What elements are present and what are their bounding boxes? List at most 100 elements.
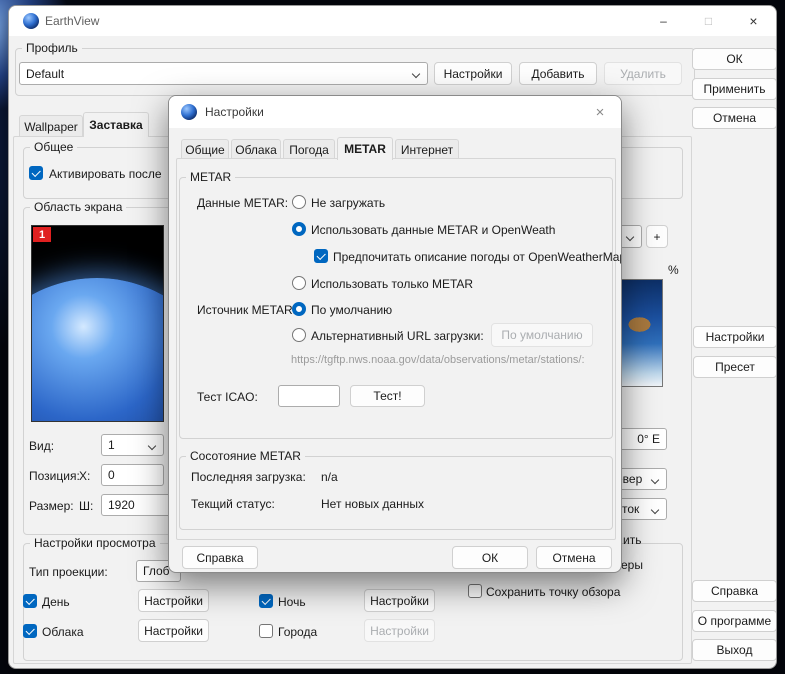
chevron-down-icon [411,69,421,79]
metar-group-label: METAR [186,170,236,184]
dialog-cancel-button[interactable]: Отмена [536,546,612,569]
activate-after-label: Активировать после [49,167,162,181]
dialog-tab-clouds[interactable]: Облака [231,139,281,159]
metar-data-label: Данные METAR: [197,196,289,210]
activate-after-checkbox[interactable] [29,166,43,180]
chevron-down-icon [650,475,660,485]
x-input-value: 0 [108,468,115,482]
prefer-owm-label: Предпочитать описание погоды от OpenWeat… [333,250,622,264]
radio-use-both-label: Использовать данные METAR и OpenWeath [311,223,556,237]
projection-label: Тип проекции: [29,565,108,579]
dialog-tab-internet[interactable]: Интернет [395,139,459,159]
test-button[interactable]: Тест! [350,385,425,407]
radio-only-metar-label: Использовать только METAR [311,277,474,291]
view-combobox-value: 1 [108,438,115,452]
monitor-preview[interactable]: 1 [31,225,164,422]
earth-preview-image [32,278,163,421]
profile-settings-button[interactable]: Настройки [434,62,512,85]
window-title: EarthView [45,14,100,28]
x-input[interactable]: 0 [101,464,164,486]
width-input[interactable]: 1920 [101,494,171,516]
chevron-down-icon [625,232,635,242]
view-combobox[interactable]: 1 [101,434,164,456]
chevron-down-icon [650,505,660,515]
metar-status-group-label: Сосотояние METAR [186,449,305,463]
cities-label: Города [278,625,318,639]
title-bar: EarthView – □ × [9,6,776,36]
right-settings-button[interactable]: Настройки [693,326,776,348]
day-settings-button[interactable]: Настройки [138,589,209,612]
preset-button[interactable]: Пресет [693,356,776,378]
dialog-tab-weather[interactable]: Погода [283,139,335,159]
earth-app-icon [181,104,197,120]
size-label: Размер: [29,499,74,513]
current-status-value: Нет новых данных [321,497,424,511]
profile-combobox-value: Default [26,66,65,81]
clouds-label: Облака [42,625,84,639]
cities-settings-button[interactable]: Настройки [364,619,435,642]
prefer-owm-checkbox[interactable] [314,249,328,263]
metar-source-label: Источник METAR: [197,303,297,317]
desktop-background: EarthView – □ × Профиль Default Настройк… [0,0,785,674]
last-load-label: Последняя загрузка: [191,470,306,484]
monitor-number-badge: 1 [33,227,51,242]
radio-default-source[interactable] [292,302,306,316]
profile-add-button[interactable]: Добавить [519,62,597,85]
x-label: X: [79,469,91,483]
ok-button[interactable]: ОК [692,48,776,70]
save-viewpoint-label: Сохранить точку обзора [486,585,621,599]
close-button[interactable]: × [731,6,776,36]
view-label: Вид: [29,439,55,453]
chevron-down-icon [147,441,157,451]
icao-input[interactable] [278,385,340,407]
radio-no-download[interactable] [292,195,306,209]
dialog-tab-metar[interactable]: METAR [337,137,393,160]
about-button[interactable]: О программе [692,610,776,632]
width-input-value: 1920 [108,498,135,512]
cancel-button[interactable]: Отмена [692,107,776,129]
profile-remove-button[interactable]: Удалить [604,62,682,85]
plus-button[interactable]: + [646,225,668,248]
dialog-help-button[interactable]: Справка [182,546,258,569]
apply-button[interactable]: Применить [692,78,776,100]
width-label: Ш: [79,499,94,513]
minimize-button[interactable]: – [641,6,686,36]
profile-combobox[interactable]: Default [19,62,428,85]
tab-screensaver[interactable]: Заставка [83,112,149,137]
earth-app-icon [23,13,39,29]
general-group-label: Общее [30,140,78,154]
label-fragment-2: еры [621,558,643,572]
maximize-button[interactable]: □ [686,6,731,36]
label-fragment-1: ить [623,533,642,547]
dialog-close-button[interactable]: × [587,101,613,123]
dialog-title: Настройки [205,105,264,119]
longitude-value: 0° E [637,432,660,446]
dialog-tab-general[interactable]: Общие [181,139,229,159]
help-button[interactable]: Справка [692,580,776,602]
last-load-value: n/a [321,470,338,484]
dialog-ok-button[interactable]: ОК [452,546,528,569]
radio-alt-url[interactable] [292,328,306,342]
night-label: Ночь [278,595,306,609]
profile-group-label: Профиль [22,41,82,55]
clouds-checkbox[interactable] [23,624,37,638]
current-status-label: Текщий статус: [191,497,275,511]
metar-status-group: Сосотояние METAR [179,449,613,530]
view-settings-group-label: Настройки просмотра [30,536,160,550]
exit-button[interactable]: Выход [692,639,776,661]
projection-combobox-value: Глоб [143,564,170,578]
default-url-button[interactable]: По умолчанию [491,323,593,347]
night-settings-button[interactable]: Настройки [364,589,435,612]
dialog-title-bar: Настройки × [169,96,621,128]
cities-checkbox[interactable] [259,624,273,638]
night-checkbox[interactable] [259,594,273,608]
day-checkbox[interactable] [23,594,37,608]
radio-use-both[interactable] [292,222,306,236]
tab-wallpaper[interactable]: Wallpaper [19,115,83,137]
test-icao-label: Тест ICAO: [197,390,258,404]
save-viewpoint-checkbox[interactable] [468,584,482,598]
clouds-settings-button[interactable]: Настройки [138,619,209,642]
radio-default-source-label: По умолчанию [311,303,393,317]
radio-only-metar[interactable] [292,276,306,290]
radio-no-download-label: Не загружать [311,196,386,210]
